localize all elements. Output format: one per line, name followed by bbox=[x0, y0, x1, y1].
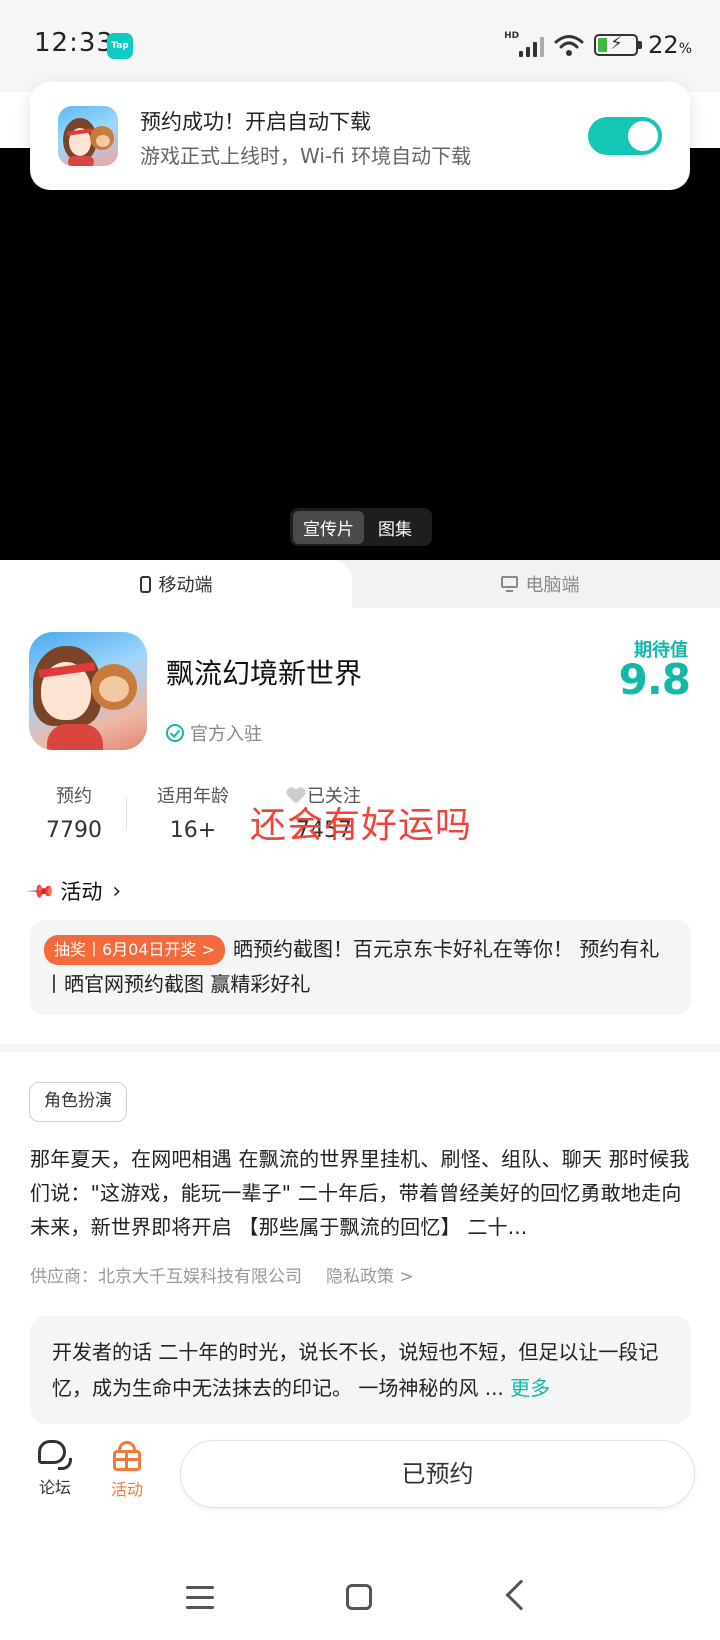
verified-label: 官方入驻 bbox=[190, 724, 262, 745]
official-verified: 官方入驻 bbox=[166, 720, 262, 746]
tap-app-icon: Tap bbox=[107, 33, 133, 59]
phone-icon bbox=[139, 575, 151, 593]
reservation-success-toast: 预约成功！开启自动下载 游戏正式上线时，Wi-fi 环境自动下载 bbox=[30, 82, 690, 190]
tab-pc-label: 电脑端 bbox=[525, 575, 580, 596]
video-player[interactable] bbox=[0, 148, 720, 560]
developer-note-text: 开发者的话 二十年的时光，说长不长，说短也不短，但足以让一段记忆，成为生命中无法… bbox=[52, 1340, 659, 1400]
tab-pc[interactable]: 电脑端 bbox=[360, 560, 720, 608]
game-description[interactable]: 那年夏天，在网吧相遇 在飘流的世界里挂机、刷怪、组队、聊天 那时候我们说："这游… bbox=[30, 1142, 694, 1244]
platform-tabs: 移动端 电脑端 bbox=[0, 560, 720, 608]
nav-activity-label: 活动 bbox=[110, 1480, 143, 1499]
nav-activity[interactable]: 活动 bbox=[92, 1440, 162, 1500]
tab-mobile[interactable]: 移动端 bbox=[0, 560, 352, 608]
reserved-button[interactable]: 已预约 bbox=[180, 1440, 695, 1508]
lottery-tag[interactable]: 抽奖丨6月04日开奖 > bbox=[44, 935, 226, 965]
stat-label: 适用年龄 bbox=[157, 786, 229, 807]
stat-age-rating: 适用年龄 16+ bbox=[150, 782, 236, 843]
nav-forum-label: 论坛 bbox=[38, 1478, 71, 1497]
game-icon bbox=[29, 632, 147, 750]
status-indicators: HD ⚡ 22% bbox=[504, 30, 692, 60]
expectation-score: 9.8 bbox=[618, 655, 691, 704]
more-link[interactable]: 更多 bbox=[510, 1376, 550, 1400]
nav-forum[interactable]: 论坛 bbox=[20, 1440, 90, 1498]
forum-icon bbox=[38, 1440, 72, 1470]
home-icon[interactable] bbox=[346, 1584, 372, 1610]
media-tabs: 宣传片 图集 bbox=[290, 508, 432, 546]
stat-label: 预约 bbox=[56, 786, 92, 807]
developer-note-card[interactable]: 开发者的话 二十年的时光，说长不长，说短也不短，但足以让一段记忆，成为生命中无法… bbox=[30, 1316, 691, 1424]
network-type-label: HD bbox=[504, 31, 520, 41]
overlay-caption: 还会有好运吗 bbox=[250, 805, 473, 846]
menu-icon[interactable] bbox=[186, 1586, 214, 1609]
tab-mobile-label: 移动端 bbox=[158, 575, 213, 596]
wifi-icon bbox=[554, 35, 584, 56]
stat-reservations: 预约 7790 bbox=[44, 782, 104, 843]
toast-subtitle: 游戏正式上线时，Wi-fi 环境自动下载 bbox=[140, 144, 472, 168]
activity-section-header[interactable]: 📌 活动 › bbox=[26, 876, 122, 907]
battery-percent: 22% bbox=[648, 31, 692, 59]
stat-value: 7790 bbox=[46, 818, 102, 843]
auto-download-toggle[interactable] bbox=[588, 117, 662, 155]
status-time: 12:33 bbox=[34, 28, 114, 58]
supplier-label: 供应商：北京大千互娱科技有限公司 bbox=[30, 1267, 302, 1287]
supplier-row: 供应商：北京大千互娱科技有限公司 隐私政策 > bbox=[30, 1262, 414, 1287]
pin-icon: 📌 bbox=[25, 875, 57, 907]
monitor-icon bbox=[500, 575, 518, 593]
section-divider bbox=[0, 1044, 720, 1052]
stat-value: 16+ bbox=[169, 818, 217, 843]
tab-gallery[interactable]: 图集 bbox=[368, 511, 422, 544]
battery-icon: ⚡ bbox=[594, 33, 643, 56]
chevron-right-icon: › bbox=[112, 878, 122, 904]
signal-icon: HD bbox=[504, 31, 545, 59]
verified-check-icon bbox=[166, 724, 184, 742]
status-bar: 12:33 Tap HD ⚡ 22% bbox=[0, 0, 720, 92]
gift-icon bbox=[111, 1440, 143, 1472]
game-thumbnail bbox=[58, 106, 118, 166]
tab-trailer[interactable]: 宣传片 bbox=[293, 510, 364, 544]
activity-card[interactable]: 抽奖丨6月04日开奖 > 晒预约截图！百元京东卡好礼在等你！ 预约有礼丨晒官网预约… bbox=[30, 920, 691, 1015]
toast-title: 预约成功！开启自动下载 bbox=[140, 110, 371, 134]
activity-title: 活动 bbox=[60, 880, 103, 904]
genre-tag[interactable]: 角色扮演 bbox=[29, 1082, 127, 1122]
divider bbox=[126, 796, 127, 830]
game-title: 飘流幻境新世界 bbox=[166, 657, 363, 690]
privacy-policy-link[interactable]: 隐私政策 > bbox=[326, 1262, 414, 1287]
